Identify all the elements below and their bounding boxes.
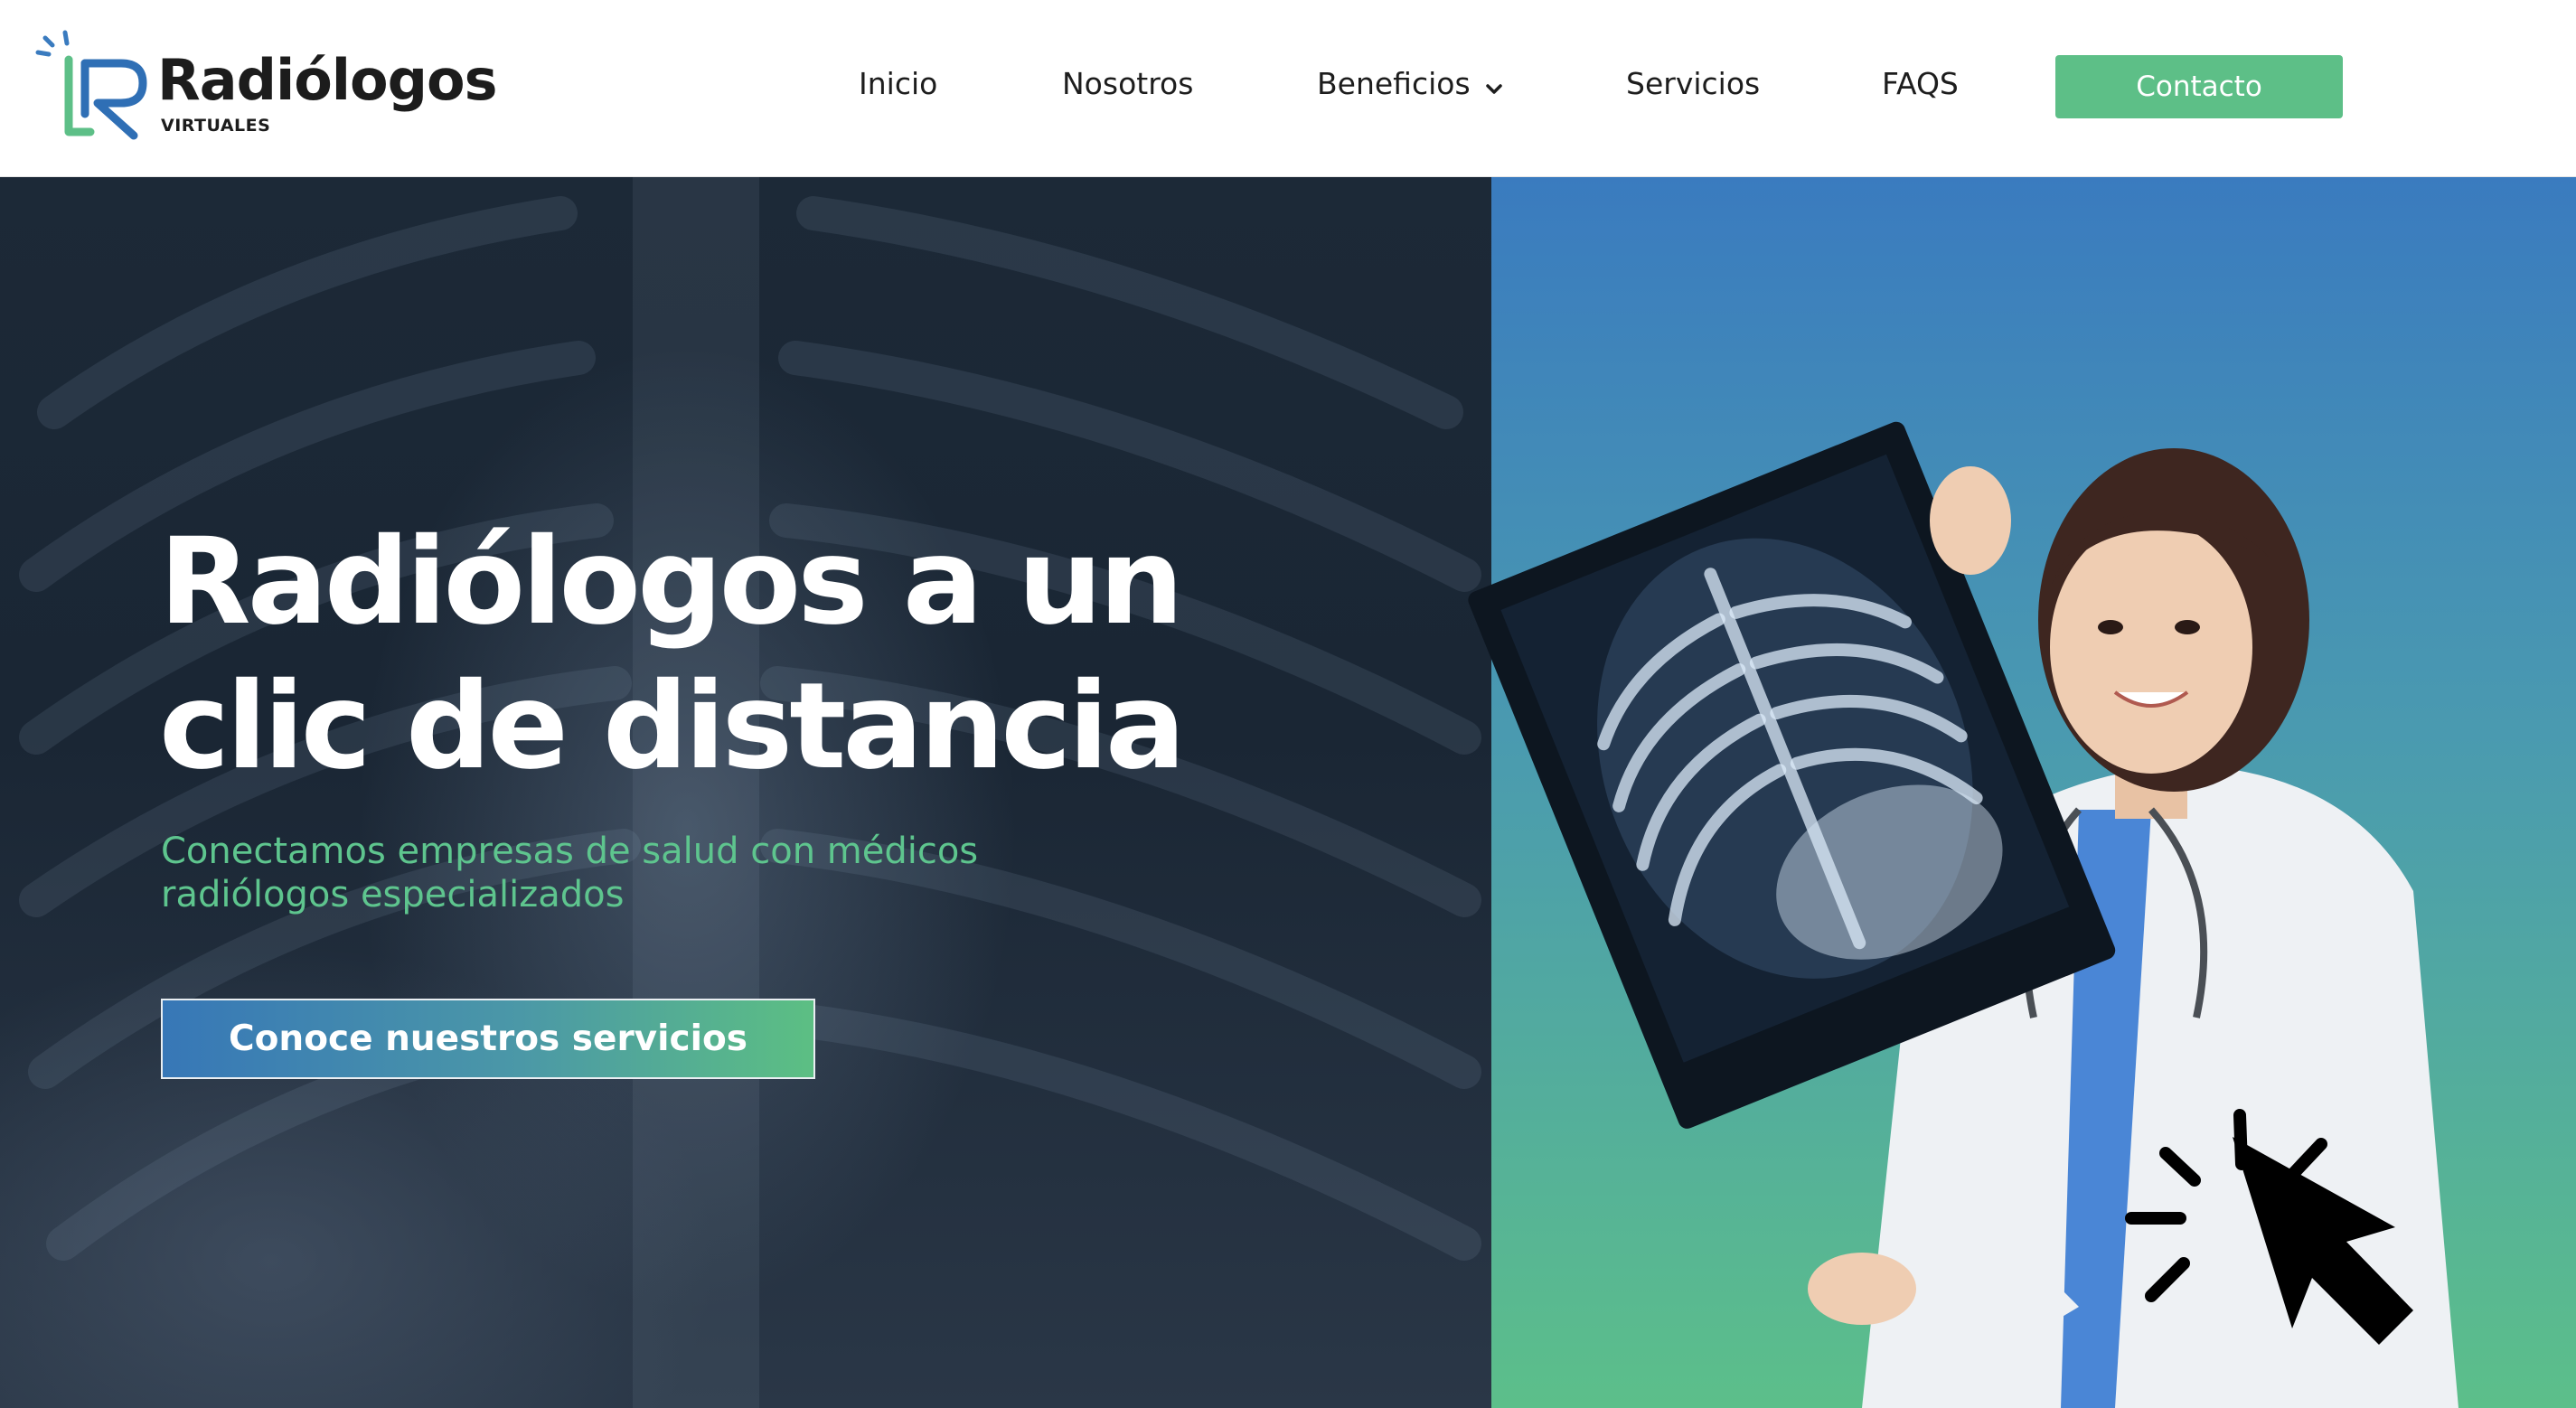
hero-subtitle-line-1: Conectamos empresas de salud con médicos [161,831,979,872]
hero-title-line-2: clic de distancia [159,657,1186,796]
nav-item-beneficios-label: Beneficios [1317,66,1471,101]
contact-button[interactable]: Contacto [2055,55,2343,118]
nav-item-beneficios[interactable]: Beneficios [1317,63,1503,105]
hero-title: Radiólogos a un clic de distancia [159,510,1244,799]
nav-item-inicio[interactable]: Inicio [859,63,937,105]
services-cta-button[interactable]: Conoce nuestros servicios [161,999,815,1079]
site-header: Radiólogos VIRTUALES Inicio Nosotros Ben… [0,0,2576,177]
nav-item-faqs[interactable]: FAQS [1882,63,1959,105]
nav-item-servicios[interactable]: Servicios [1626,63,1760,105]
hero-section: Radiólogos a un clic de distancia Conect… [0,177,2576,1408]
nav-item-nosotros[interactable]: Nosotros [1062,63,1193,105]
hero-subtitle: Conectamos empresas de salud con médicos… [161,830,979,916]
chevron-down-icon [1485,65,1503,107]
click-cursor-icon [2125,1109,2413,1345]
main-nav: Inicio Nosotros Beneficios Servicios FAQ… [0,0,2576,177]
hero-subtitle-line-2: radiólogos especializados [161,874,625,915]
hero-title-line-1: Radiólogos a un [159,512,1184,652]
